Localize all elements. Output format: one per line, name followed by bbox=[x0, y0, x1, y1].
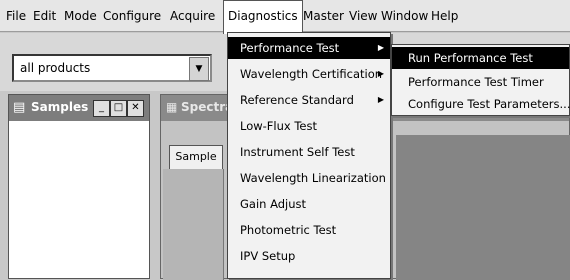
menu-mode[interactable]: Mode bbox=[64, 0, 97, 32]
menu-edit[interactable]: Edit bbox=[33, 0, 56, 32]
samples-window: ▤ Samples _ □ ✕ bbox=[8, 94, 150, 279]
chevron-right-icon: ▶ bbox=[377, 95, 384, 104]
menu-item-gain-adjust[interactable]: Gain Adjust bbox=[228, 193, 390, 215]
minimize-icon[interactable]: _ bbox=[93, 100, 110, 117]
close-icon[interactable]: ✕ bbox=[127, 100, 144, 117]
menubar: File Edit Mode Configure Acquire Diagnos… bbox=[0, 0, 570, 34]
menu-item-performance-test-timer[interactable]: Performance Test Timer bbox=[392, 71, 569, 93]
menu-view[interactable]: View bbox=[349, 0, 377, 32]
tab-sample[interactable]: Sample bbox=[169, 145, 223, 170]
menu-item-ipv-setup[interactable]: IPV Setup bbox=[228, 245, 390, 267]
maximize-icon[interactable]: □ bbox=[110, 100, 127, 117]
performance-test-submenu: Run Performance Test Performance Test Ti… bbox=[391, 44, 570, 116]
product-select-value: all products bbox=[20, 61, 91, 75]
menu-item-low-flux-test[interactable]: Low-Flux Test bbox=[228, 115, 390, 137]
chevron-right-icon: ▶ bbox=[377, 69, 384, 78]
samples-titlebar[interactable]: ▤ Samples _ □ ✕ bbox=[9, 95, 149, 121]
product-select[interactable]: all products ▼ bbox=[12, 54, 212, 82]
menu-acquire[interactable]: Acquire bbox=[170, 0, 215, 32]
menu-item-performance-test[interactable]: Performance Test ▶ bbox=[228, 37, 390, 59]
samples-title: Samples bbox=[31, 100, 89, 114]
menu-window[interactable]: Window bbox=[381, 0, 428, 32]
menu-file[interactable]: File bbox=[6, 0, 26, 32]
chevron-right-icon: ▶ bbox=[377, 43, 384, 52]
menu-item-photometric-test[interactable]: Photometric Test bbox=[228, 219, 390, 241]
menu-item-run-performance-test[interactable]: Run Performance Test bbox=[392, 47, 569, 69]
spectra-title: Spectra bbox=[181, 100, 234, 114]
samples-icon: ▤ bbox=[13, 100, 26, 115]
menu-help[interactable]: Help bbox=[431, 0, 458, 32]
menu-item-reference-standard[interactable]: Reference Standard ▶ bbox=[228, 89, 390, 111]
menu-master[interactable]: Master bbox=[303, 0, 344, 32]
tab-panel bbox=[163, 169, 224, 280]
menu-item-wavelength-linearization[interactable]: Wavelength Linearization bbox=[228, 167, 390, 189]
menu-item-instrument-self-test[interactable]: Instrument Self Test bbox=[228, 141, 390, 163]
spectra-icon: ▦ bbox=[166, 100, 178, 114]
menu-diagnostics[interactable]: Diagnostics bbox=[223, 0, 303, 34]
menu-item-wavelength-certification[interactable]: Wavelength Certification ▶ bbox=[228, 63, 390, 85]
chevron-down-icon[interactable]: ▼ bbox=[189, 57, 209, 81]
menu-item-configure-test-parameters[interactable]: Configure Test Parameters... bbox=[392, 93, 570, 115]
diagnostics-menu: Performance Test ▶ Wavelength Certificat… bbox=[227, 32, 391, 279]
plot-area bbox=[396, 135, 570, 280]
menu-configure[interactable]: Configure bbox=[103, 0, 161, 32]
